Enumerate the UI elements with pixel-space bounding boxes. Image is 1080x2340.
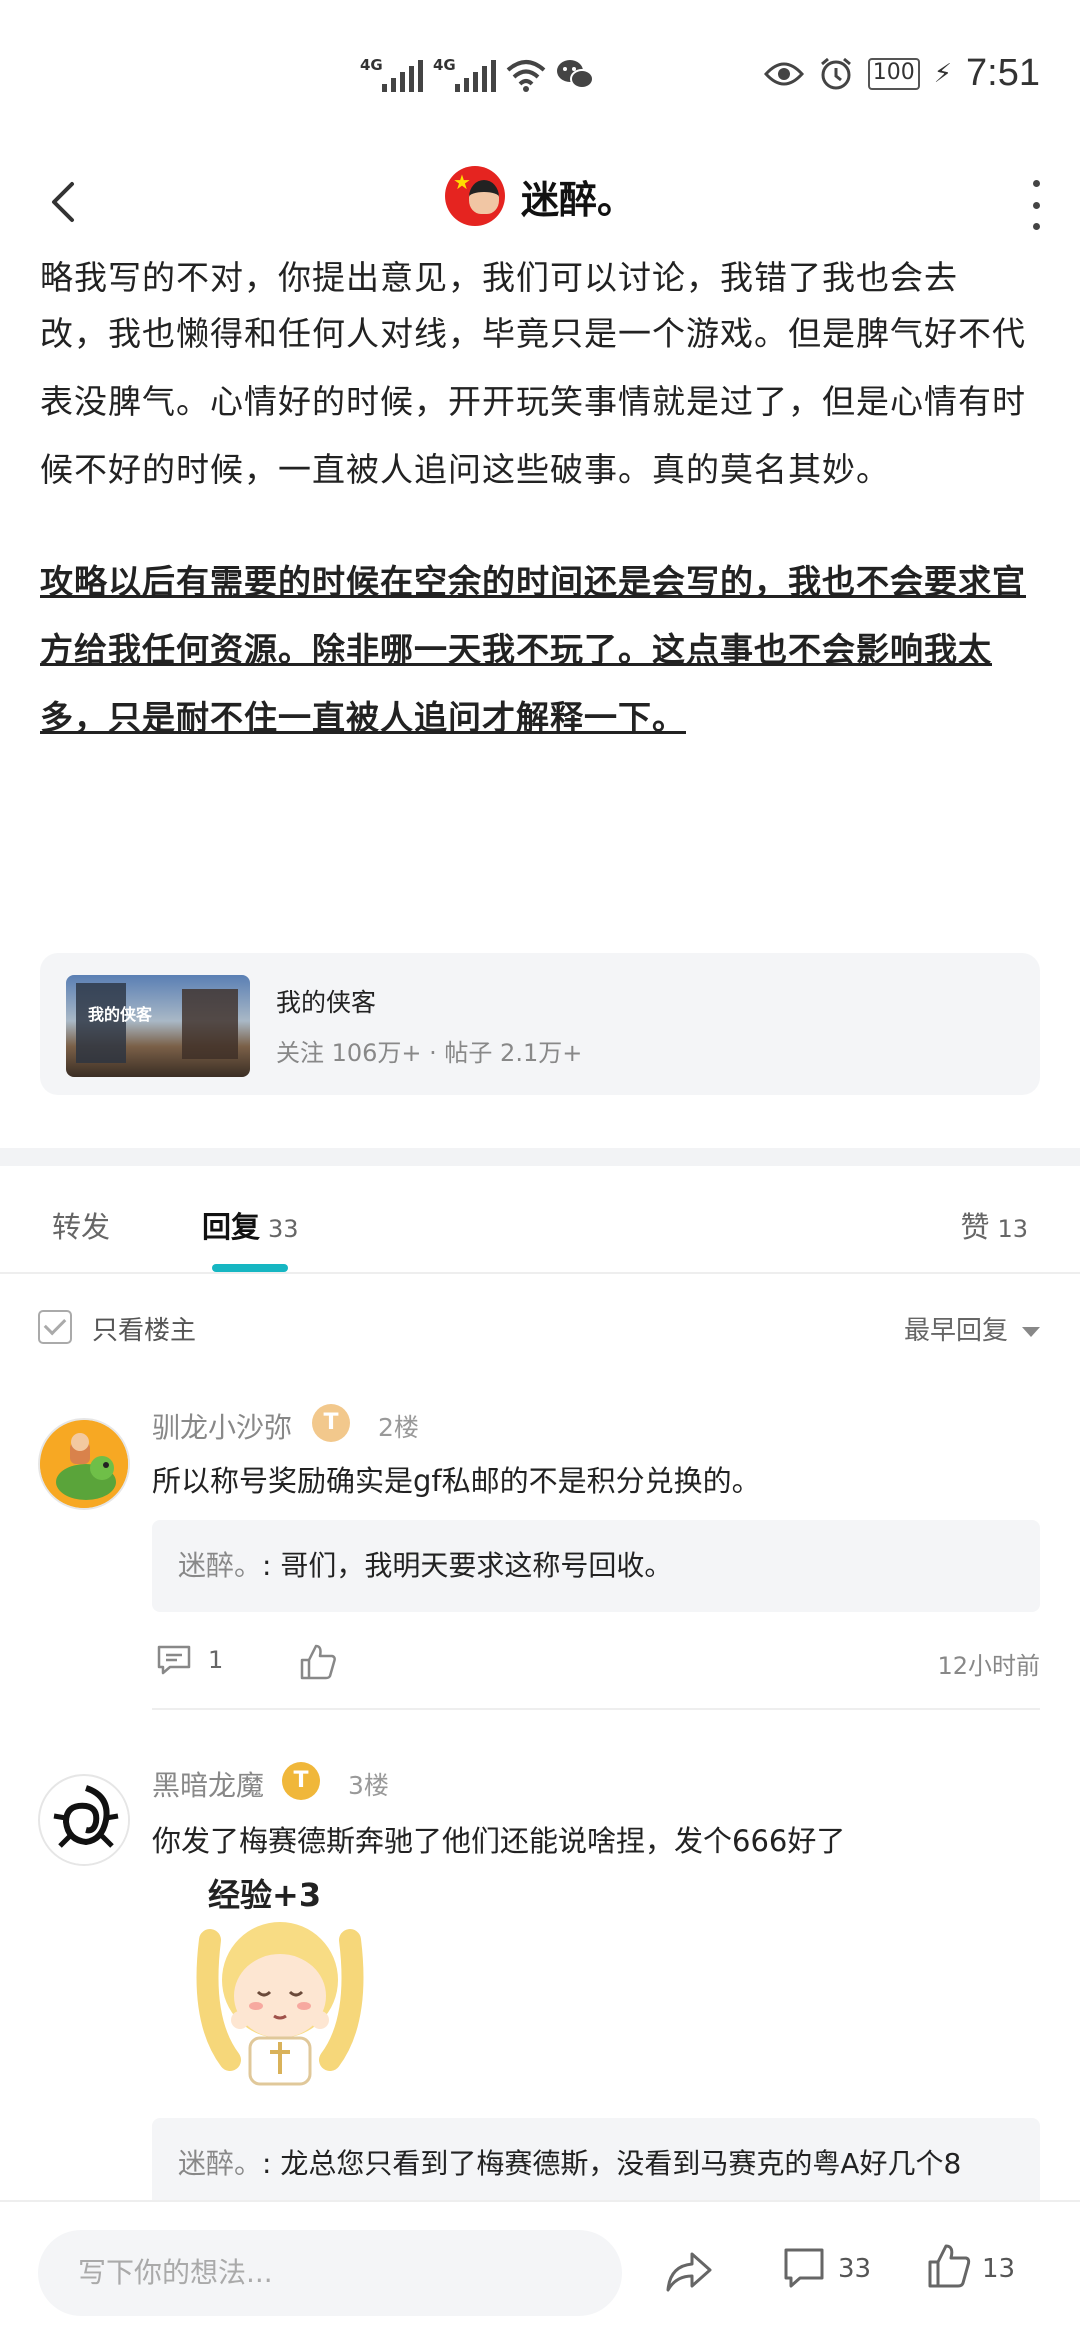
comment-time: 12小时前: [937, 1652, 1040, 1680]
forum-thumbnail: 我的侠客: [66, 975, 250, 1077]
comment-actions: 1 12小时前: [152, 1638, 1040, 1688]
sort-label: 最早回复: [903, 1316, 1008, 1346]
forum-thumbnail-title: 我的侠客: [88, 1005, 153, 1024]
comment-divider: [152, 1708, 1040, 1710]
sub-reply[interactable]: 迷醉。: 龙总您只看到了梅赛德斯，没看到马赛克的粤A好几个8: [152, 2118, 1040, 2210]
only-op-checkbox[interactable]: [38, 1310, 72, 1344]
battery-indicator: 100: [867, 57, 920, 90]
forum-card[interactable]: 我的侠客 我的侠客 关注 106万+ · 帖子 2.1万+: [40, 953, 1040, 1095]
chevron-down-icon: [1022, 1326, 1040, 1337]
post-paragraph: 改，我也懒得和任何人对线，毕竟只是一个游戏。但是脾气好不代表没脾气。心情好的时候…: [40, 314, 1026, 489]
forum-stats: 关注 106万+ · 帖子 2.1万+: [276, 1039, 583, 1067]
comment-input[interactable]: 写下你的想法...: [38, 2230, 622, 2316]
forum-name: 我的侠客: [276, 988, 377, 1017]
wifi-icon: [506, 60, 546, 92]
sub-reply-separator: :: [262, 2147, 281, 2180]
network-type-label: 4G: [360, 56, 383, 74]
signal-icon: 4G: [360, 56, 423, 92]
sticker-image[interactable]: 经验+3: [180, 1870, 380, 2090]
status-bar: 4G 4G 100 ⚡ 7:51: [0, 0, 1080, 150]
sort-dropdown[interactable]: 最早回复: [904, 1310, 1040, 1347]
clock: 7:51: [966, 52, 1040, 94]
share-icon[interactable]: [664, 2246, 714, 2296]
like-count: 13: [982, 2254, 1016, 2284]
floor-number: 2楼: [378, 1413, 419, 1442]
comment-count: 33: [838, 2254, 872, 2284]
comment-icon[interactable]: [782, 2246, 826, 2290]
sticker-text: 经验+3: [208, 1876, 321, 1914]
author-title[interactable]: ★ 迷醉。: [0, 166, 1080, 226]
floor-number: 3楼: [348, 1771, 389, 1800]
tab-forward[interactable]: 转发: [52, 1204, 110, 1246]
alarm-icon: [820, 57, 851, 89]
signal-group: 4G 4G: [360, 56, 594, 92]
sub-reply-author[interactable]: 迷醉。: [178, 2147, 262, 2180]
author-avatar[interactable]: ★: [444, 166, 505, 226]
post-paragraph-bold: 攻略以后有需要的时候在空余的时间还是会写的，我也不会要求官方给我任何资源。除非哪…: [40, 562, 1026, 737]
page-title: 迷醉。: [520, 177, 635, 222]
section-divider: [0, 1148, 1080, 1166]
tab-label: 回复: [202, 1210, 261, 1244]
bottom-action-bar: 写下你的想法... 33 13: [0, 2200, 1080, 2340]
post-partial-line: 略我写的不对，你提出意见，我们可以讨论，我错了我也会去: [40, 258, 958, 297]
black-dragon-avatar-icon: [42, 1778, 128, 1864]
comment-text: 所以称号奖励确实是gf私邮的不是积分兑换的。: [152, 1464, 761, 1498]
tab-count: 33: [268, 1215, 299, 1243]
status-right: 100 ⚡ 7:51: [763, 52, 1040, 95]
sub-reply-text: 哥们，我明天要求这称号回收。: [280, 1549, 673, 1582]
level-badge: T: [282, 1762, 320, 1800]
charging-icon: ⚡: [933, 58, 953, 89]
eye-icon: [763, 62, 804, 85]
tab-bar: 转发 回复 33 赞 13: [0, 1166, 1080, 1274]
wechat-icon: [557, 60, 594, 89]
comment-text: 你发了梅赛德斯奔驰了他们还能说啥捏，发个666好了: [152, 1824, 846, 1858]
filter-row: 只看楼主 最早回复: [0, 1300, 1080, 1360]
avatar-face: [468, 180, 499, 214]
comment-icon[interactable]: [156, 1644, 192, 1676]
post-body: 略我写的不对，你提出意见，我们可以讨论，我错了我也会去 改，我也懒得和任何人对线…: [40, 255, 1040, 752]
post-header: ★ 迷醉。: [0, 150, 1080, 270]
avatar[interactable]: [38, 1774, 130, 1866]
star-icon: ★: [452, 170, 471, 194]
sub-reply-author[interactable]: 迷醉。: [178, 1549, 262, 1582]
sticker-graphic: 经验+3: [196, 1876, 364, 2086]
signal-icon: 4G: [433, 56, 496, 92]
thumbs-up-icon[interactable]: [926, 2242, 972, 2290]
commenter-name[interactable]: 驯龙小沙弥: [152, 1406, 292, 1446]
tab-label: 转发: [52, 1210, 111, 1244]
only-op-label[interactable]: 只看楼主: [92, 1310, 196, 1347]
active-tab-indicator: [212, 1264, 288, 1272]
avatar[interactable]: [38, 1418, 130, 1510]
level-badge: T: [312, 1404, 350, 1442]
sub-reply-separator: :: [262, 1549, 281, 1582]
sub-reply[interactable]: 迷醉。: 哥们，我明天要求这称号回收。: [152, 1520, 1040, 1612]
tab-count: 13: [997, 1215, 1028, 1243]
network-type-label: 4G: [433, 56, 456, 74]
more-options-icon[interactable]: [1028, 180, 1044, 230]
dragon-avatar-icon: [40, 1420, 128, 1508]
tab-reply[interactable]: 回复 33: [202, 1204, 299, 1246]
comment-count: 1: [208, 1646, 224, 1674]
commenter-name[interactable]: 黑暗龙魔: [152, 1764, 264, 1804]
tab-label: 赞: [960, 1210, 990, 1244]
thumbs-up-icon[interactable]: [298, 1642, 338, 1682]
tab-like[interactable]: 赞 13: [960, 1204, 1028, 1246]
sub-reply-text: 龙总您只看到了梅赛德斯，没看到马赛克的粤A好几个8: [280, 2147, 962, 2180]
